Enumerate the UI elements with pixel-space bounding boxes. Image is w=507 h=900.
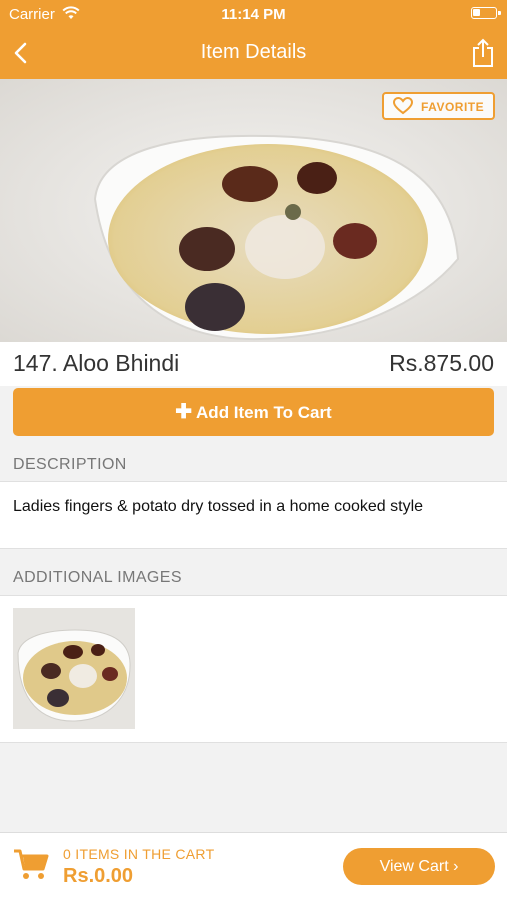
item-hero-image: FAVORITE bbox=[0, 79, 507, 342]
plus-icon: ✚ bbox=[175, 401, 193, 423]
description-header: DESCRIPTION bbox=[0, 446, 507, 482]
item-price: Rs.875.00 bbox=[389, 350, 494, 376]
cart-bar: 0 ITEMS IN THE CART Rs.0.00 View Cart › bbox=[0, 832, 507, 900]
add-to-cart-label: Add Item To Cart bbox=[196, 403, 332, 422]
cart-item-count: 0 ITEMS IN THE CART bbox=[63, 846, 215, 862]
add-to-cart-button[interactable]: ✚ Add Item To Cart bbox=[13, 388, 494, 436]
additional-images-panel bbox=[0, 595, 507, 743]
heart-icon bbox=[393, 97, 413, 115]
description-text: Ladies fingers & potato dry tossed in a … bbox=[13, 498, 424, 515]
additional-image-thumbnail[interactable] bbox=[13, 608, 135, 729]
favorite-button[interactable]: FAVORITE bbox=[382, 92, 495, 120]
description-header-label: DESCRIPTION bbox=[13, 456, 127, 473]
page-title: Item Details bbox=[200, 41, 307, 63]
additional-images-header-label: ADDITIONAL IMAGES bbox=[13, 569, 182, 586]
view-cart-button[interactable]: View Cart › bbox=[343, 848, 495, 885]
cart-icon bbox=[12, 847, 50, 883]
item-info: 147. Aloo Bhindi Rs.875.00 bbox=[0, 342, 507, 386]
additional-images-header: ADDITIONAL IMAGES bbox=[0, 559, 507, 595]
nav-bar: Item Details bbox=[0, 28, 507, 79]
share-icon[interactable] bbox=[471, 37, 495, 69]
clock: 11:14 PM bbox=[221, 6, 286, 23]
battery-icon bbox=[471, 7, 501, 19]
cart-total: Rs.0.00 bbox=[63, 865, 134, 887]
favorite-label: FAVORITE bbox=[421, 100, 485, 114]
status-bar: Carrier 11:14 PM bbox=[0, 0, 507, 28]
description-panel: Ladies fingers & potato dry tossed in a … bbox=[0, 481, 507, 549]
item-name: 147. Aloo Bhindi bbox=[13, 350, 180, 376]
